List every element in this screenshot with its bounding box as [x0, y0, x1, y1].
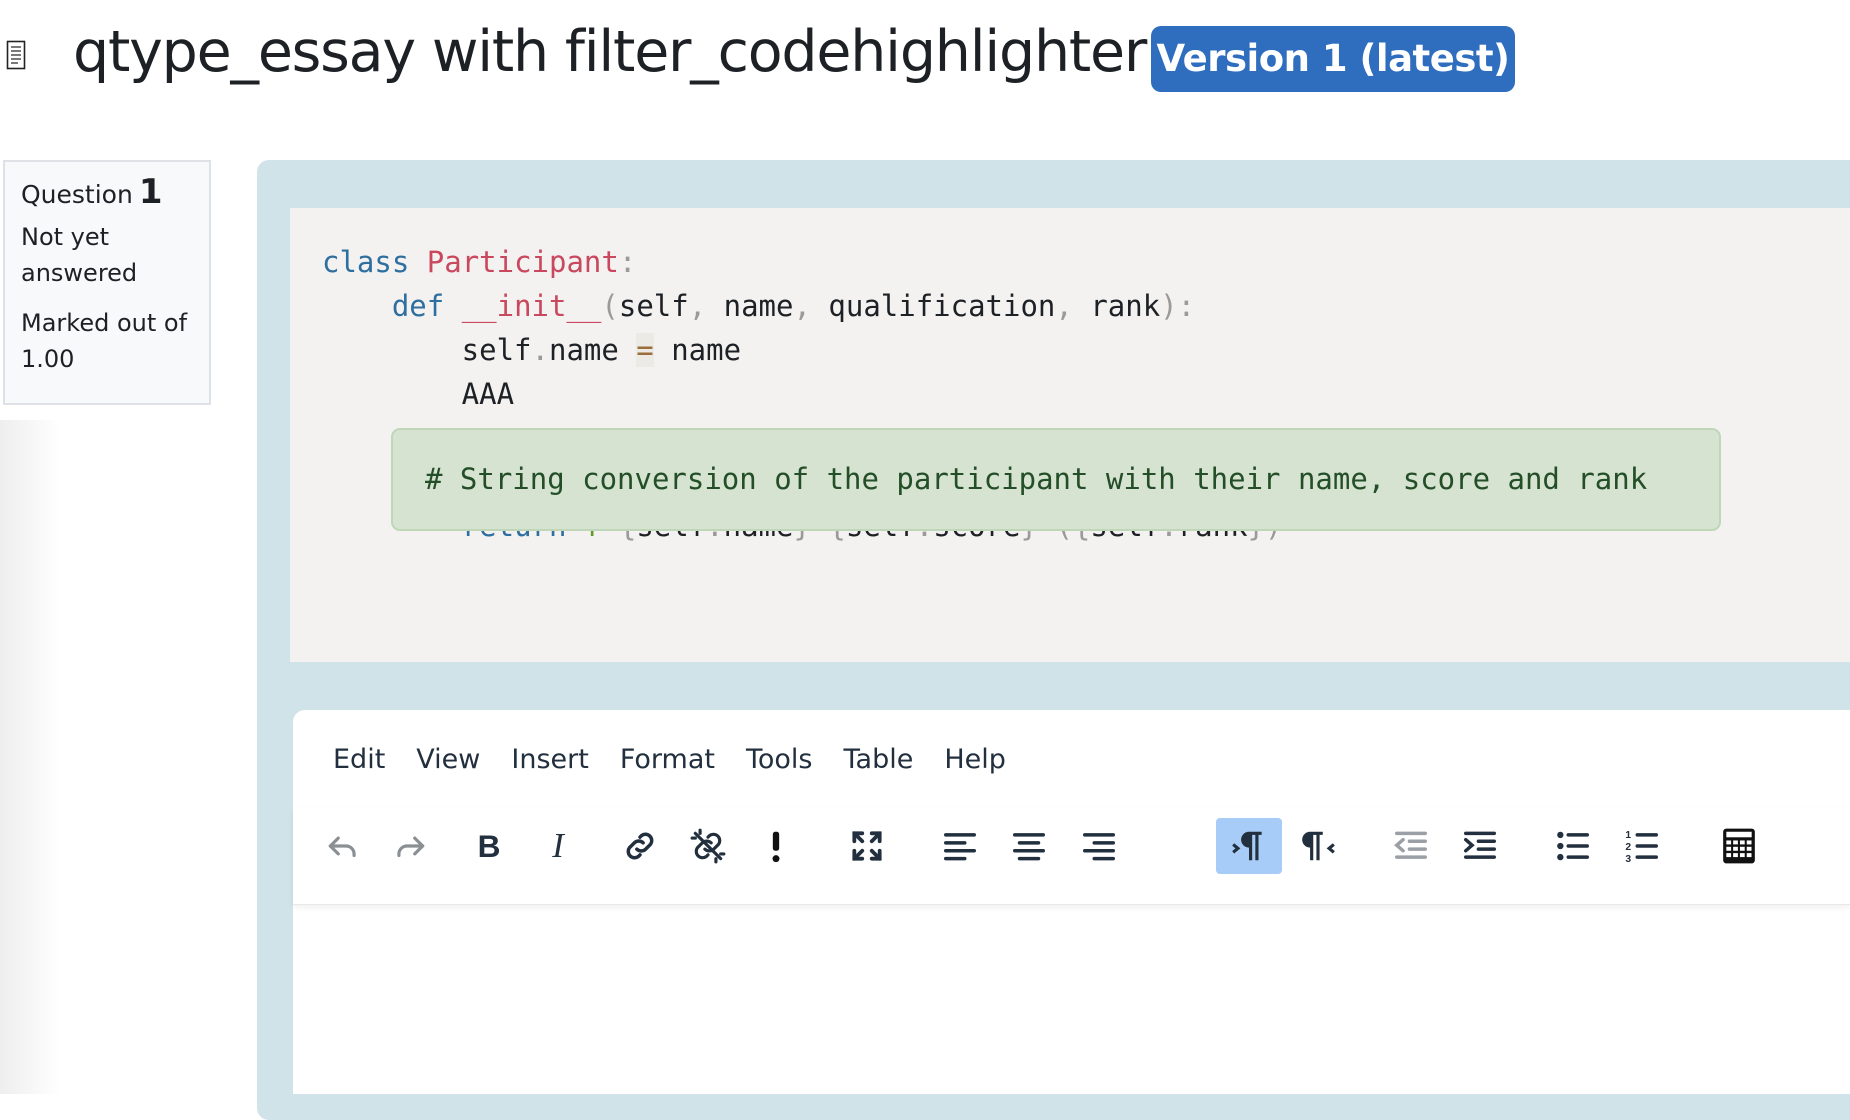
menu-table[interactable]: Table: [844, 744, 914, 775]
document-icon: [6, 40, 26, 70]
svg-text:1: 1: [1625, 830, 1631, 841]
version-badge[interactable]: Version 1 (latest): [1151, 26, 1515, 92]
question-label: Question: [21, 180, 133, 209]
indent-button[interactable]: [1447, 818, 1513, 874]
question-grade: Marked out of 1.00: [21, 309, 188, 373]
text-editor[interactable]: Edit View Insert Format Tools Table Help B I 1…: [293, 710, 1850, 1094]
italic-icon: I: [551, 827, 565, 865]
svg-text:2: 2: [1625, 842, 1631, 853]
code-line: AAA: [322, 377, 515, 411]
link-icon: [626, 832, 654, 860]
menu-format[interactable]: Format: [620, 744, 715, 775]
align-center-icon: [1013, 833, 1045, 861]
numbered-list-button[interactable]: 123: [1609, 818, 1675, 874]
undo-icon: [328, 836, 356, 858]
svg-text:I: I: [551, 827, 565, 865]
undo-button[interactable]: [310, 818, 376, 874]
rtl-icon: [1302, 831, 1335, 861]
fullscreen-icon: [852, 831, 882, 861]
align-left-icon: [944, 833, 976, 861]
bold-button[interactable]: B: [456, 818, 522, 874]
question-state: Not yet answered: [21, 223, 138, 287]
code-line: self.name = name: [322, 333, 742, 367]
question-number: Question 1: [21, 174, 193, 213]
numbered-list-icon: 123: [1625, 830, 1658, 865]
bullet-list-icon: [1557, 831, 1589, 861]
svg-text:B: B: [478, 828, 501, 864]
code-comment-tooltip: # String conversion of the participant w…: [391, 428, 1721, 531]
rtl-button[interactable]: [1285, 818, 1351, 874]
fullscreen-button[interactable]: [834, 818, 900, 874]
menu-tools[interactable]: Tools: [746, 744, 813, 775]
outdent-button[interactable]: [1378, 818, 1444, 874]
editor-menubar: Edit View Insert Format Tools Table Help: [333, 744, 1037, 792]
align-center-button[interactable]: [996, 818, 1062, 874]
calculator-icon: [1723, 828, 1755, 864]
align-right-button[interactable]: [1066, 818, 1132, 874]
redo-button[interactable]: [377, 818, 443, 874]
indent-icon: [1464, 831, 1496, 859]
align-right-icon: [1083, 833, 1115, 861]
unlink-icon: [690, 828, 726, 864]
code-line: class Participant:: [322, 245, 637, 279]
italic-button[interactable]: I: [525, 818, 591, 874]
exclamation-button[interactable]: [743, 818, 809, 874]
question-info: Question 1 Not yet answered Marked out of…: [3, 160, 211, 405]
bullet-list-button[interactable]: [1540, 818, 1606, 874]
ltr-icon: [1232, 831, 1262, 861]
editor-toolbar: B I 123: [293, 808, 1850, 905]
outdent-icon: [1394, 831, 1427, 859]
svg-text:3: 3: [1625, 854, 1631, 865]
redo-icon: [397, 836, 425, 858]
code-line: def __init__(self, name, qualification, …: [391, 289, 1196, 323]
unlink-button[interactable]: [675, 818, 741, 874]
drawer-shadow: [0, 420, 60, 1094]
menu-edit[interactable]: Edit: [333, 744, 385, 775]
link-button[interactable]: [607, 818, 673, 874]
menu-help[interactable]: Help: [944, 744, 1006, 775]
calculator-button[interactable]: [1706, 818, 1772, 874]
exclamation-icon: [772, 831, 780, 863]
align-left-button[interactable]: [927, 818, 993, 874]
question-number-value: 1: [138, 172, 163, 212]
menu-view[interactable]: View: [416, 744, 480, 775]
menu-insert[interactable]: Insert: [511, 744, 588, 775]
ltr-button[interactable]: [1216, 818, 1282, 874]
bold-icon: B: [478, 828, 501, 864]
page-title: qtype_essay with filter_codehighlighter: [73, 19, 1147, 85]
